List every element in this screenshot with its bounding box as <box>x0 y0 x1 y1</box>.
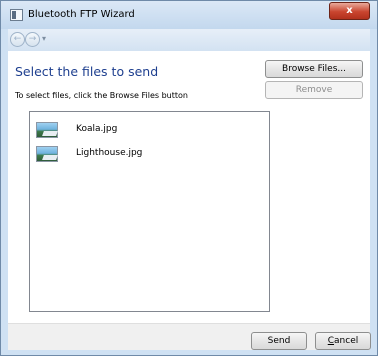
instruction-text: To select files, click the Browse Files … <box>15 91 188 100</box>
window-title: Bluetooth FTP Wizard <box>28 9 135 20</box>
bluetooth-app-icon <box>10 9 23 21</box>
page-heading: Select the files to send <box>15 64 159 79</box>
file-item[interactable]: Koala.jpg <box>36 120 256 140</box>
title-bar[interactable]: Bluetooth FTP Wizard x <box>1 1 377 29</box>
remove-button[interactable]: Remove <box>265 81 363 99</box>
image-file-icon <box>36 122 58 138</box>
cancel-button[interactable]: Cancel <box>315 332 371 350</box>
browse-files-button[interactable]: Browse Files... <box>265 60 363 78</box>
image-file-icon <box>36 146 58 162</box>
forward-button[interactable]: → <box>25 32 40 47</box>
close-button[interactable]: x <box>329 2 370 20</box>
wizard-window: Bluetooth FTP Wizard x ← → ▾ Select the … <box>0 0 378 356</box>
file-name: Lighthouse.jpg <box>76 148 143 158</box>
navigation-bar: ← → ▾ <box>8 29 370 51</box>
file-name: Koala.jpg <box>76 124 118 134</box>
send-button[interactable]: Send <box>251 332 307 350</box>
back-arrow-icon: ← <box>13 34 22 44</box>
back-button[interactable]: ← <box>10 32 25 47</box>
file-list[interactable]: Koala.jpg Lighthouse.jpg <box>29 111 270 312</box>
close-icon: x <box>346 5 353 16</box>
history-dropdown-icon[interactable]: ▾ <box>42 34 46 43</box>
file-item[interactable]: Lighthouse.jpg <box>36 144 256 164</box>
cancel-label: ancel <box>334 336 359 346</box>
forward-arrow-icon: → <box>28 34 37 44</box>
